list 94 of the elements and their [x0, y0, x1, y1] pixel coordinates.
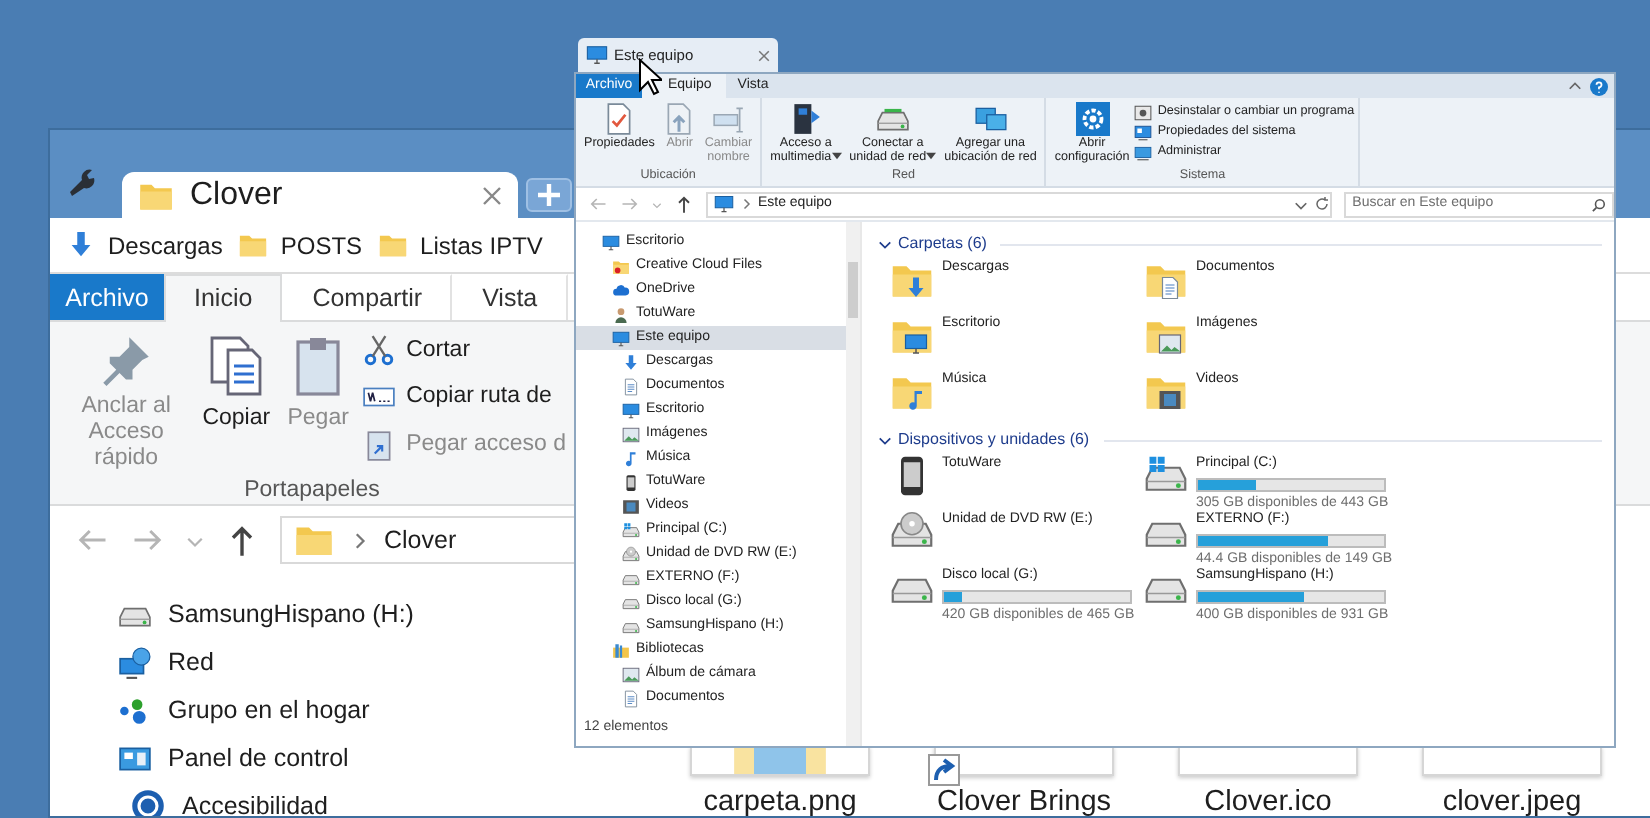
- wrench-icon[interactable]: [66, 165, 98, 198]
- drive-icon: [622, 617, 640, 635]
- collapse-caret-icon[interactable]: [1568, 79, 1582, 93]
- up-arrow-icon: [673, 194, 694, 214]
- group-label: Portapapeles: [242, 475, 382, 506]
- file-menu-tab[interactable]: Archivo: [50, 274, 164, 320]
- help-icon[interactable]: [1590, 77, 1608, 95]
- dropdown-caret-icon: [926, 152, 937, 161]
- section-title: Carpetas (6): [898, 232, 987, 256]
- file-name[interactable]: Clover Brings: [936, 782, 1112, 816]
- forward-arrow-icon: [620, 194, 640, 214]
- section-title: Dispositivos y unidades (6): [898, 428, 1090, 452]
- phone-icon: [622, 473, 640, 491]
- chevron-icon: [739, 198, 752, 210]
- ribbon-tab[interactable]: Compartir: [282, 274, 453, 320]
- settings-icon: [1075, 102, 1110, 136]
- nav-item[interactable]: Grupo en el hogar: [118, 686, 370, 734]
- bookmark[interactable]: POSTS: [238, 227, 363, 263]
- person-icon: [612, 305, 630, 323]
- folder-icon: [612, 257, 630, 275]
- dropdown-caret-icon[interactable]: [1294, 197, 1309, 211]
- film-icon: [1158, 388, 1182, 412]
- close-icon[interactable]: [758, 49, 770, 61]
- refresh-icon[interactable]: [1314, 196, 1331, 212]
- bookmark[interactable]: Descargas: [66, 227, 223, 263]
- folder-icon: [378, 230, 409, 260]
- chevron-icon: [350, 531, 368, 549]
- ribbon-button[interactable]: Copiar: [194, 334, 279, 474]
- download-arrow-icon: [66, 230, 96, 260]
- chevron-down-icon: [878, 433, 892, 447]
- homegroup-icon: [118, 693, 152, 727]
- forward-button[interactable]: [620, 194, 640, 214]
- monitor-icon: [904, 332, 928, 356]
- nav-item[interactable]: Accesibilidad: [118, 782, 328, 816]
- close-icon[interactable]: [482, 185, 502, 205]
- file-name[interactable]: clover.jpeg: [1442, 782, 1582, 816]
- library-icon: [612, 641, 630, 659]
- file-thumbnail[interactable]: [1422, 746, 1602, 776]
- drive-icon: [622, 569, 640, 587]
- browser-tab[interactable]: Clover: [122, 172, 518, 218]
- scissors-icon: [362, 334, 397, 369]
- dropdown-caret-icon: [831, 152, 842, 161]
- monitor-icon: [602, 233, 620, 251]
- plus-icon: [538, 184, 560, 206]
- system-properties-icon: [1133, 124, 1152, 142]
- back-arrow-icon: [588, 194, 608, 214]
- folder-icon: [238, 230, 269, 260]
- computer-management-icon: [1133, 144, 1152, 162]
- section-header[interactable]: Dispositivos y unidades (6): [878, 426, 1602, 454]
- drive-icon: [622, 593, 640, 611]
- document-icon: [1158, 276, 1182, 300]
- monitor-icon: [586, 44, 608, 66]
- media-server-icon: [788, 102, 823, 136]
- document-icon: [622, 689, 640, 707]
- monitor-icon: [713, 194, 734, 214]
- music-note-icon: [622, 449, 640, 467]
- file-thumbnail[interactable]: [1178, 746, 1358, 776]
- music-note-icon: [904, 388, 928, 412]
- dvd-drive-icon: [622, 545, 640, 563]
- monitor-icon: [622, 401, 640, 419]
- nav-item[interactable]: SamsungHispano (H:): [118, 590, 414, 638]
- new-tab-button[interactable]: [526, 178, 572, 212]
- picture-icon: [622, 425, 640, 443]
- file-name[interactable]: Clover.ico: [1204, 782, 1332, 816]
- document-icon: [622, 377, 640, 395]
- chevron-down-icon: [878, 237, 892, 251]
- nav-item[interactable]: Panel de control: [118, 734, 349, 782]
- file-name[interactable]: carpeta.png: [703, 782, 857, 816]
- cloud-icon: [612, 281, 630, 299]
- ribbon-tab[interactable]: Inicio: [164, 274, 283, 322]
- ribbon-button[interactable]: Copiar ruta de: [362, 380, 552, 415]
- search-icon: [1592, 197, 1606, 211]
- windows-drive-icon: [622, 521, 640, 539]
- network-icon: [118, 645, 152, 679]
- bookmark[interactable]: Listas IPTV: [378, 227, 543, 263]
- program-icon: [1133, 104, 1152, 122]
- scrollbar[interactable]: [846, 222, 860, 746]
- pin-icon: [100, 334, 153, 386]
- shortcut-arrow-icon: [928, 753, 960, 786]
- picture-icon: [1158, 332, 1182, 356]
- picture-icon: [622, 665, 640, 683]
- ribbon-tab[interactable]: Vista: [452, 274, 568, 320]
- up-button[interactable]: [673, 194, 694, 214]
- back-button[interactable]: [588, 194, 608, 214]
- ribbon-button[interactable]: Cortar: [362, 334, 471, 369]
- nav-item[interactable]: Red: [118, 638, 214, 686]
- network-location-icon: [973, 102, 1008, 136]
- tab-title: Clover: [190, 175, 285, 215]
- monitor-icon: [612, 329, 630, 347]
- download-arrow-icon: [904, 276, 928, 300]
- file-thumbnail[interactable]: [690, 746, 870, 776]
- download-arrow-icon: [622, 353, 640, 371]
- section-header[interactable]: Carpetas (6): [878, 230, 1602, 258]
- film-icon: [622, 497, 640, 515]
